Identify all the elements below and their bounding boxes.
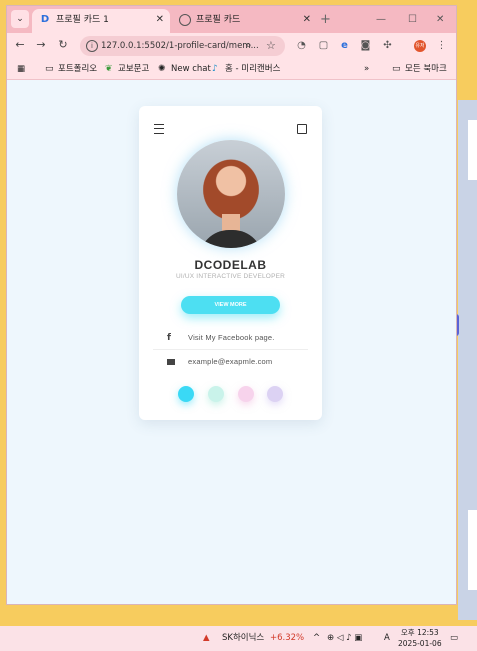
- close-icon[interactable]: ✕: [156, 9, 164, 31]
- bookmarks-overflow[interactable]: »: [364, 59, 369, 79]
- bookmark-new-chat[interactable]: ✺ New chat: [158, 59, 211, 79]
- hamburger-menu-icon[interactable]: [154, 124, 164, 134]
- note-icon[interactable]: [297, 124, 307, 134]
- bookmark-star-icon[interactable]: ☆: [266, 38, 276, 54]
- color-dot-lavender[interactable]: [267, 386, 283, 402]
- tab-profile-card[interactable]: 프로필 카드 ✕: [172, 9, 317, 33]
- tab-bar: ⌄ D 프로필 카드 1 ✕ 프로필 카드 ✕ + — ☐ ✕: [7, 6, 456, 33]
- tab-title: 프로필 카드: [196, 15, 241, 25]
- facebook-text: Visit My Facebook page.: [188, 333, 275, 342]
- folder-icon: ▭: [45, 64, 54, 74]
- profile-role: UI/UX INTERACTIVE DEVELOPER: [175, 273, 286, 280]
- stock-icon[interactable]: ▲: [203, 626, 210, 651]
- edge-icon[interactable]: e: [339, 40, 350, 51]
- email-link[interactable]: example@exapmle.com: [153, 352, 308, 372]
- mail-icon: [167, 352, 175, 373]
- tab-profile-card-1[interactable]: D 프로필 카드 1 ✕: [32, 9, 170, 33]
- color-dot-cyan[interactable]: [178, 386, 194, 402]
- minimize-button[interactable]: —: [376, 9, 386, 31]
- input-language[interactable]: A: [384, 626, 390, 651]
- reload-icon[interactable]: ↻: [55, 37, 71, 53]
- background-panel: [468, 510, 477, 590]
- zoom-icon[interactable]: ⌕: [246, 38, 252, 54]
- color-dot-mint[interactable]: [208, 386, 224, 402]
- close-window-button[interactable]: ✕: [436, 9, 444, 31]
- stock-name[interactable]: SK하이닉스: [222, 626, 264, 651]
- facebook-link[interactable]: f Visit My Facebook page.: [153, 328, 308, 348]
- avatar: [177, 140, 285, 248]
- color-dot-pink[interactable]: [238, 386, 254, 402]
- extension-icon[interactable]: ▢: [318, 40, 329, 51]
- all-bookmarks[interactable]: ▭ 모든 북마크: [392, 59, 447, 79]
- background-window-right: [458, 100, 477, 620]
- bookmark-kyobo[interactable]: ❦ 교보문고: [105, 59, 149, 79]
- browser-window: ⌄ D 프로필 카드 1 ✕ 프로필 카드 ✕ + — ☐ ✕ ← → ↻ i …: [7, 6, 456, 604]
- facebook-icon: f: [167, 333, 171, 343]
- tray-icons[interactable]: ⊕ ◁ ♪ ▣: [327, 626, 362, 651]
- divider: [153, 349, 308, 350]
- avatar-shirt: [199, 230, 263, 248]
- tray-expand-icon[interactable]: ^: [313, 626, 320, 651]
- bookmark-miricanvas[interactable]: ♪ 홈 - 미리캔버스: [212, 59, 280, 79]
- folder-icon: ▭: [392, 64, 401, 74]
- back-icon[interactable]: ←: [12, 37, 28, 53]
- site-info-icon[interactable]: i: [86, 40, 98, 52]
- email-text: example@exapmle.com: [188, 357, 273, 366]
- close-icon[interactable]: ✕: [303, 9, 311, 31]
- notification-icon[interactable]: ▭: [450, 626, 458, 651]
- url-text[interactable]: 127.0.0.1:5502/1-profile-card/mem...: [101, 36, 259, 56]
- puzzle-icon[interactable]: ✣: [382, 40, 393, 51]
- tab-title: 프로필 카드 1: [56, 15, 109, 25]
- forward-icon[interactable]: →: [33, 37, 49, 53]
- clock[interactable]: 오후 12:53 2025-01-06: [398, 627, 442, 649]
- address-bar[interactable]: i 127.0.0.1:5502/1-profile-card/mem... ⌕…: [80, 36, 285, 56]
- bookmark-portfolio[interactable]: ▭ 포트폴리오: [45, 59, 97, 79]
- apps-icon[interactable]: ▦: [17, 59, 25, 79]
- tiktok-icon: ♪: [212, 64, 218, 74]
- browser-toolbar: ← → ↻ i 127.0.0.1:5502/1-profile-card/me…: [7, 33, 456, 59]
- camera-icon[interactable]: ◙: [360, 40, 371, 51]
- view-more-button[interactable]: VIEW MORE: [181, 296, 280, 314]
- profile-avatar[interactable]: 유저: [414, 40, 426, 52]
- page-viewport: DCODELAB UI/UX INTERACTIVE DEVELOPER VIE…: [7, 80, 456, 604]
- clock-time: 오후 12:53: [400, 628, 439, 637]
- profile-name: DCODELAB: [194, 258, 267, 272]
- clock-date: 2025-01-06: [398, 639, 442, 648]
- maximize-button[interactable]: ☐: [408, 9, 417, 31]
- bookmarks-bar: ▦ ▭ 포트폴리오 ❦ 교보문고 ✺ New chat ♪ 홈 - 미리캔버스 » ▭ 모…: [7, 59, 456, 80]
- globe-icon: [179, 14, 191, 26]
- more-menu-icon[interactable]: ⋮: [436, 40, 447, 51]
- favicon-d-icon: D: [40, 14, 50, 25]
- chat-icon: ✺: [158, 64, 166, 74]
- leaf-icon: ❦: [105, 64, 113, 74]
- extension-icon[interactable]: ◔: [296, 40, 307, 51]
- taskbar: ▲ SK하이닉스 +6.32% ^ ⊕ ◁ ♪ ▣ A 오후 12:53 202…: [0, 626, 477, 651]
- new-tab-button[interactable]: +: [320, 9, 331, 31]
- tab-search-icon[interactable]: ⌄: [11, 10, 29, 28]
- background-panel: [468, 120, 477, 180]
- profile-card: DCODELAB UI/UX INTERACTIVE DEVELOPER VIE…: [139, 106, 322, 420]
- stock-change: +6.32%: [270, 633, 305, 643]
